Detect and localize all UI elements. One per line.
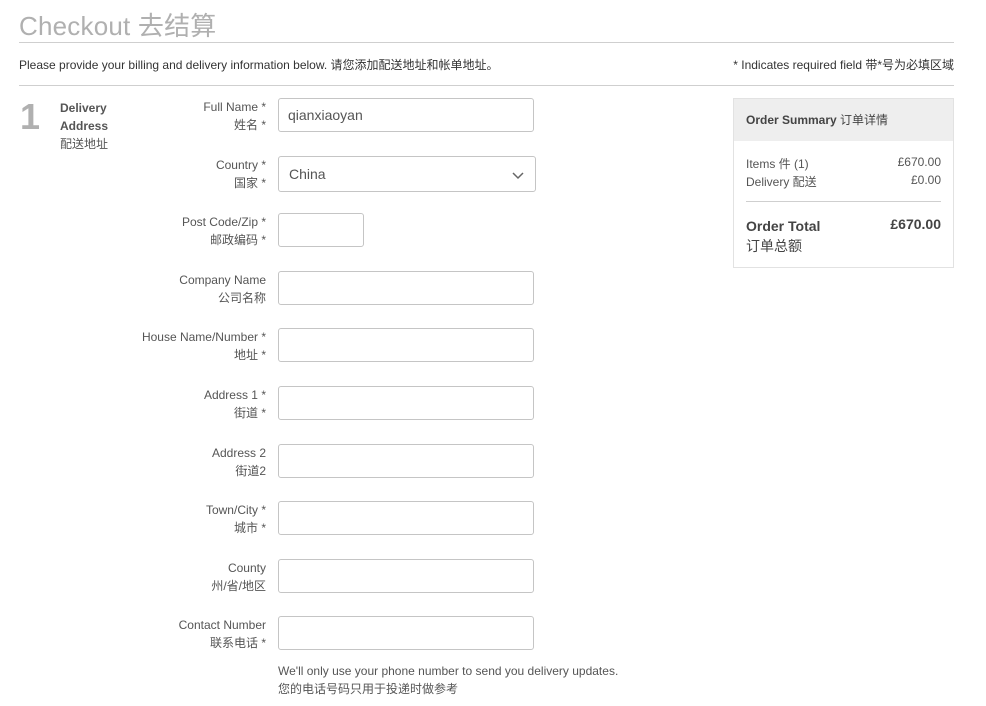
items-row: Items 件 (1) £670.00 xyxy=(746,155,941,172)
order-summary-heading-en: Order Summary xyxy=(746,113,837,127)
address2-label-zh: 街道2 xyxy=(235,464,266,478)
delivery-row: Delivery 配送 £0.00 xyxy=(746,173,941,190)
postcode-label-en: Post Code/Zip * xyxy=(181,215,266,229)
house-label-zh: 地址 * xyxy=(233,348,266,362)
step-number: 1 xyxy=(20,96,41,137)
county-input[interactable] xyxy=(278,559,534,593)
town-label-zh: 城市 * xyxy=(233,521,266,535)
order-summary: Order Summary 订单详情 Items 件 (1) £670.00 D… xyxy=(733,98,954,268)
full-name-label: Full Name * 姓名 * xyxy=(86,98,266,134)
town-input[interactable] xyxy=(278,501,534,535)
full-name-label-en: Full Name * xyxy=(203,100,266,114)
intro-divider xyxy=(19,85,954,86)
country-select[interactable]: China xyxy=(278,156,536,192)
contact-label-zh: 联系电话 * xyxy=(209,636,266,650)
country-select-value: China xyxy=(289,166,326,182)
address1-label-zh: 街道 * xyxy=(233,406,266,420)
full-name-input[interactable] xyxy=(278,98,534,132)
order-total-label: Order Total 订单总额 xyxy=(746,216,820,256)
country-label: Country * 国家 * xyxy=(86,156,266,192)
summary-divider xyxy=(746,201,941,202)
town-label: Town/City * 城市 * xyxy=(86,501,266,537)
order-total-value: £670.00 xyxy=(890,216,941,232)
country-label-en: Country * xyxy=(215,158,266,172)
county-label-zh: 州/省/地区 xyxy=(211,579,266,593)
house-label-en: House Name/Number * xyxy=(141,330,266,344)
contact-help-en: We'll only use your phone number to send… xyxy=(278,664,619,678)
full-name-label-zh: 姓名 * xyxy=(233,118,266,132)
items-value: £670.00 xyxy=(897,155,941,169)
address2-label-en: Address 2 xyxy=(211,446,266,460)
postcode-label: Post Code/Zip * 邮政编码 * xyxy=(86,213,266,249)
company-label: Company Name 公司名称 xyxy=(86,271,266,307)
company-label-en: Company Name xyxy=(179,273,266,287)
postcode-label-zh: 邮政编码 * xyxy=(209,233,266,247)
postcode-input[interactable] xyxy=(278,213,364,247)
county-label: County 州/省/地区 xyxy=(86,559,266,595)
town-label-en: Town/City * xyxy=(205,503,266,517)
chevron-down-icon xyxy=(512,172,524,180)
address1-label-en: Address 1 * xyxy=(203,388,266,402)
items-label: Items 件 (1) xyxy=(746,157,809,171)
title-divider xyxy=(19,42,954,43)
delivery-label: Delivery 配送 xyxy=(746,175,817,189)
country-label-zh: 国家 * xyxy=(233,176,266,190)
address1-label: Address 1 * 街道 * xyxy=(86,386,266,422)
delivery-value: £0.00 xyxy=(910,173,941,187)
required-note: * Indicates required field 带*号为必填区域 xyxy=(733,58,954,72)
contact-label: Contact Number 联系电话 * xyxy=(86,616,266,652)
step-title-zh: 配送地址 xyxy=(60,137,109,151)
house-label: House Name/Number * 地址 * xyxy=(86,328,266,364)
page-title: Checkout 去结算 xyxy=(19,11,217,41)
order-total-label-en: Order Total xyxy=(746,218,821,234)
contact-label-en: Contact Number xyxy=(178,618,266,632)
order-total-label-zh: 订单总额 xyxy=(746,238,802,254)
company-label-zh: 公司名称 xyxy=(217,291,266,305)
contact-input[interactable] xyxy=(278,616,534,650)
address2-label: Address 2 街道2 xyxy=(86,444,266,480)
intro-text: Please provide your billing and delivery… xyxy=(19,58,499,72)
address2-input[interactable] xyxy=(278,444,534,478)
contact-help-text: We'll only use your phone number to send… xyxy=(278,662,618,698)
order-summary-heading-zh: 订单详情 xyxy=(840,113,889,127)
order-summary-heading: Order Summary 订单详情 xyxy=(734,99,953,141)
address1-input[interactable] xyxy=(278,386,534,420)
county-label-en: County xyxy=(227,561,266,575)
house-input[interactable] xyxy=(278,328,534,362)
contact-help-zh: 您的电话号码只用于投递时做参考 xyxy=(278,682,459,696)
company-input[interactable] xyxy=(278,271,534,305)
